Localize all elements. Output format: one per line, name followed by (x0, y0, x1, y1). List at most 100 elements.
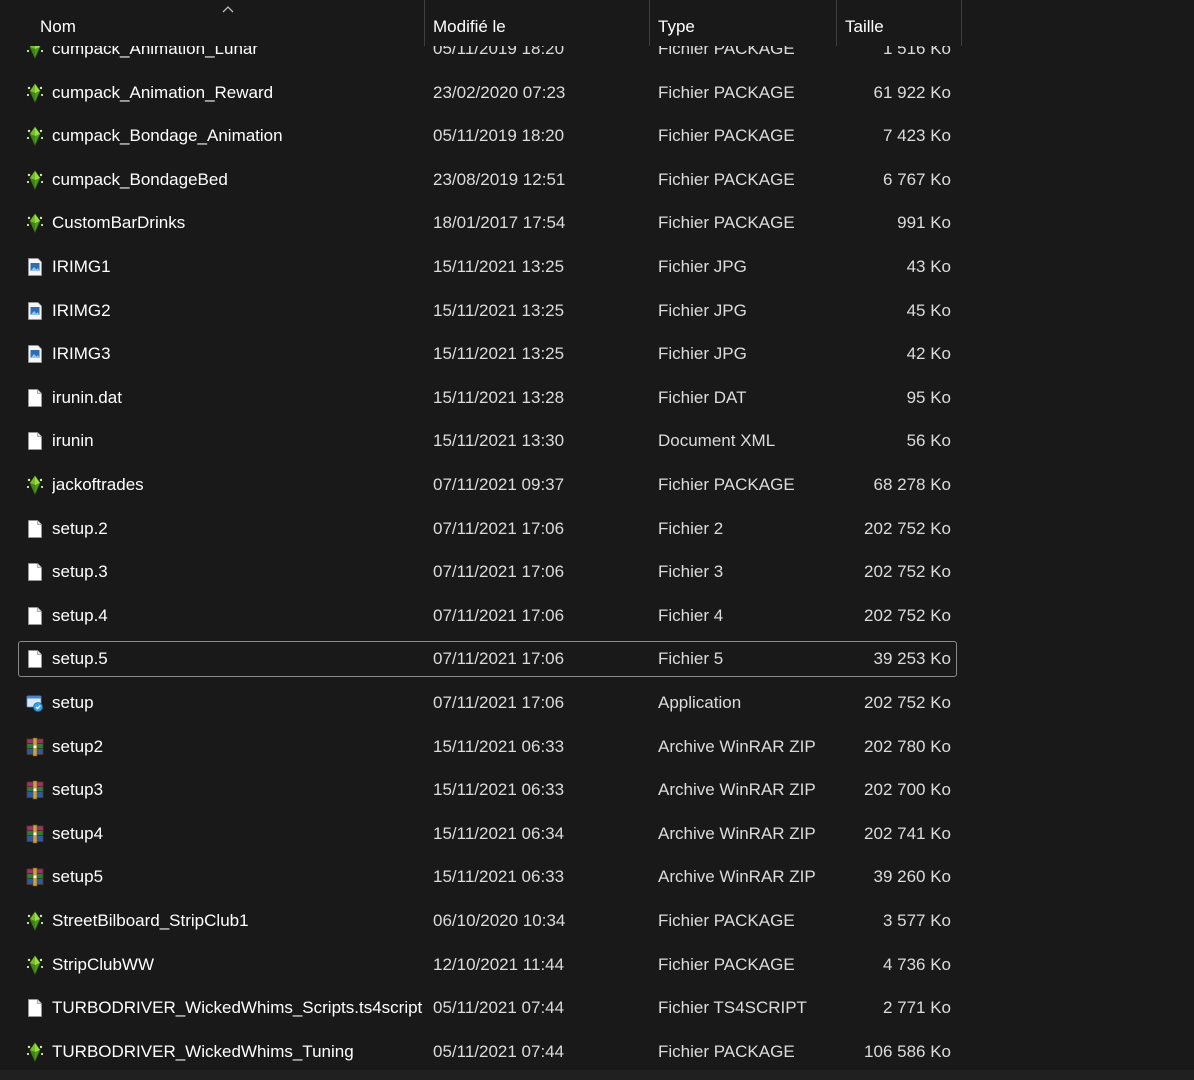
file-row[interactable]: jackoftrades 07/11/2021 09:37 Fichier PACK… (18, 467, 957, 503)
file-type: Archive WinRAR ZIP (658, 867, 816, 886)
file-name: CustomBarDrinks (52, 213, 186, 232)
file-name: setup5 (52, 867, 104, 886)
file-name: setup.3 (52, 562, 108, 581)
file-row[interactable]: cumpack_BondageBed 23/08/2019 12:51 Fichie… (18, 162, 957, 198)
file-type: Fichier JPG (658, 344, 747, 363)
bottom-edge (0, 1070, 1194, 1080)
file-row[interactable]: IRIMG2 15/11/2021 13:25 Fichier JPG 45 Ko (18, 293, 957, 329)
file-modified: 15/11/2021 13:30 (433, 431, 565, 450)
file-type: Document XML (658, 431, 776, 450)
file-list[interactable]: cumpack_Animation_Lunar 05/11/2019 18:20 F… (0, 0, 1194, 1070)
file-row-focused[interactable]: setup.5 07/11/2021 17:06 Fichier 5 39 253 K… (18, 641, 957, 677)
file-row[interactable]: cumpack_Animation_Reward 23/02/2020 07:23… (18, 75, 957, 111)
column-header-type[interactable]: Type (650, 0, 837, 46)
winrar-archive-icon (25, 824, 45, 844)
file-row[interactable]: StripClubWW 12/10/2021 11:44 Fichier PACKA… (18, 947, 957, 983)
file-type: Fichier PACKAGE (658, 170, 795, 189)
file-row[interactable]: CustomBarDrinks 18/01/2017 17:54 Fichier P… (18, 205, 957, 241)
column-header-name[interactable]: Nom (32, 0, 425, 46)
file-name: cumpack_BondageBed (52, 170, 228, 189)
file-row[interactable]: irunin 15/11/2021 13:30 Document XML 56 Ko (18, 423, 957, 459)
file-row[interactable]: setup5 15/11/2021 06:33 Archive WinRAR ZIP… (18, 859, 957, 895)
file-row[interactable]: setup.2 07/11/2021 17:06 Fichier 2 202 752 … (18, 511, 957, 547)
file-size: 39 253 Ko (873, 649, 951, 668)
file-size: 4 736 Ko (882, 955, 951, 974)
column-header-bar: Nom Modifié le Type Taille (0, 0, 962, 46)
file-size: 202 752 Ko (864, 519, 951, 538)
file-name: setup2 (52, 737, 104, 756)
file-row[interactable]: setup 07/11/2021 17:06 Application 202 752 … (18, 685, 957, 721)
file-type: Fichier DAT (658, 388, 747, 407)
file-size: 61 922 Ko (873, 83, 951, 102)
file-modified: 15/11/2021 13:28 (433, 388, 565, 407)
file-type: Fichier PACKAGE (658, 955, 795, 974)
column-header-modified[interactable]: Modifié le (425, 0, 650, 46)
file-size: 106 586 Ko (864, 1042, 951, 1061)
column-header-size[interactable]: Taille (837, 0, 962, 46)
file-type: Archive WinRAR ZIP (658, 824, 816, 843)
file-type: Fichier PACKAGE (658, 1042, 795, 1061)
sims-package-icon (25, 83, 45, 103)
file-row[interactable]: TURBODRIVER_WickedWhims_Tuning 05/11/2021… (18, 1034, 957, 1070)
file-type: Fichier JPG (658, 301, 747, 320)
blank-file-icon (25, 388, 45, 408)
blank-file-icon (25, 649, 45, 669)
image-file-icon (25, 301, 45, 321)
file-size: 3 577 Ko (882, 911, 951, 930)
file-modified: 05/11/2021 07:44 (433, 1042, 565, 1061)
file-modified: 15/11/2021 06:34 (433, 824, 565, 843)
image-file-icon (25, 257, 45, 277)
file-modified: 15/11/2021 13:25 (433, 301, 565, 320)
file-row[interactable]: setup4 15/11/2021 06:34 Archive WinRAR ZIP… (18, 816, 957, 852)
file-row[interactable]: setup.3 07/11/2021 17:06 Fichier 3 202 752 … (18, 554, 957, 590)
file-row[interactable]: IRIMG1 15/11/2021 13:25 Fichier JPG 43 Ko (18, 249, 957, 285)
file-row[interactable]: setup.4 07/11/2021 17:06 Fichier 4 202 752 … (18, 598, 957, 634)
file-size: 68 278 Ko (873, 475, 951, 494)
sims-package-icon (25, 1042, 45, 1062)
file-name: jackoftrades (52, 475, 144, 494)
file-modified: 15/11/2021 06:33 (433, 737, 565, 756)
file-type: Fichier PACKAGE (658, 83, 795, 102)
sims-package-icon (25, 955, 45, 975)
column-header-name-label: Nom (40, 17, 76, 36)
file-row[interactable]: IRIMG3 15/11/2021 13:25 Fichier JPG 42 Ko (18, 336, 957, 372)
file-type: Fichier JPG (658, 257, 747, 276)
file-size: 202 780 Ko (864, 737, 951, 756)
file-modified: 07/11/2021 17:06 (433, 693, 565, 712)
file-row[interactable]: TURBODRIVER_WickedWhims_Scripts.ts4scrip… (18, 990, 957, 1026)
file-type: Fichier PACKAGE (658, 475, 795, 494)
file-modified: 05/11/2019 18:20 (433, 126, 565, 145)
file-modified: 07/11/2021 17:06 (433, 606, 565, 625)
file-size: 42 Ko (906, 344, 951, 363)
sims-package-icon (25, 213, 45, 233)
file-name: IRIMG2 (52, 301, 111, 320)
file-type: Fichier TS4SCRIPT (658, 998, 807, 1017)
sims-package-icon (25, 126, 45, 146)
file-size: 202 700 Ko (864, 780, 951, 799)
file-row[interactable]: setup2 15/11/2021 06:33 Archive WinRAR ZIP… (18, 729, 957, 765)
file-type: Fichier PACKAGE (658, 126, 795, 145)
file-type: Fichier 4 (658, 606, 724, 625)
file-type: Archive WinRAR ZIP (658, 780, 816, 799)
file-modified: 07/11/2021 17:06 (433, 519, 565, 538)
file-row[interactable]: setup3 15/11/2021 06:33 Archive WinRAR ZIP… (18, 772, 957, 808)
sims-package-icon (25, 475, 45, 495)
file-name: setup (52, 693, 94, 712)
file-name: setup.5 (52, 649, 108, 668)
file-row[interactable]: StreetBilboard_StripClub1 06/10/2020 10:3… (18, 903, 957, 939)
file-modified: 23/02/2020 07:23 (433, 83, 566, 102)
file-row[interactable]: irunin.dat 15/11/2021 13:28 Fichier DAT 95 … (18, 380, 957, 416)
file-name: IRIMG1 (52, 257, 111, 276)
file-modified: 15/11/2021 06:33 (433, 780, 565, 799)
file-size: 43 Ko (906, 257, 951, 276)
file-name: setup.4 (52, 606, 108, 625)
file-row[interactable]: cumpack_Bondage_Animation 05/11/2019 18:2… (18, 118, 957, 154)
file-size: 95 Ko (906, 388, 951, 407)
file-name: cumpack_Bondage_Animation (52, 126, 283, 145)
winrar-archive-icon (25, 867, 45, 887)
column-header-modified-label: Modifié le (433, 17, 506, 36)
file-type: Fichier PACKAGE (658, 213, 795, 232)
file-size: 202 752 Ko (864, 693, 951, 712)
file-type: Fichier PACKAGE (658, 911, 795, 930)
file-modified: 07/11/2021 09:37 (433, 475, 565, 494)
